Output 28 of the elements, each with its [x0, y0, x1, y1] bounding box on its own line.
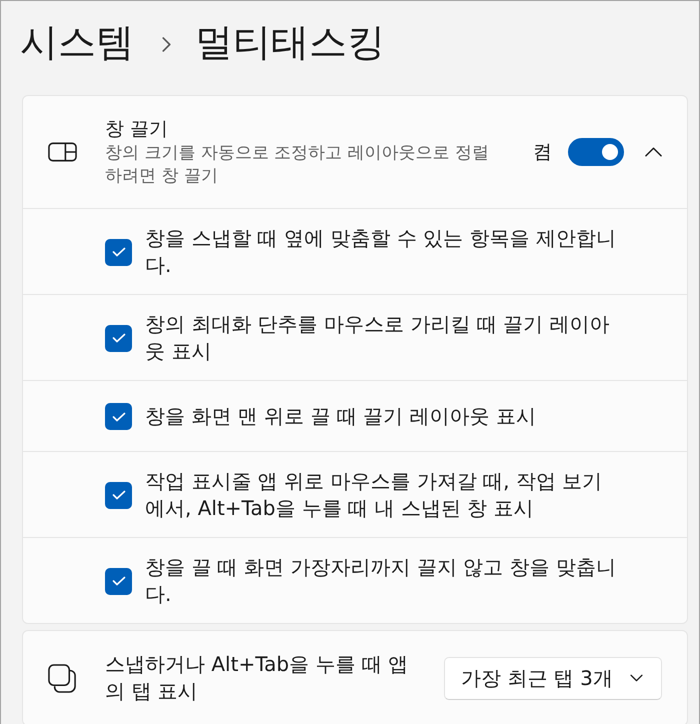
- checkmark-icon: [112, 412, 126, 422]
- chevron-right-icon: [162, 36, 171, 52]
- tabs-count-dropdown[interactable]: 가장 최근 탭 3개: [444, 656, 662, 700]
- checkmark-icon: [112, 333, 126, 343]
- checkbox[interactable]: [105, 238, 132, 266]
- setting-description: 창의 크기를 자동으로 조정하고 레이아웃으로 정렬하려면 창 끌기: [105, 142, 490, 188]
- checkbox[interactable]: [105, 403, 132, 430]
- checkmark-icon: [112, 490, 126, 500]
- checkmark-icon: [112, 576, 126, 586]
- option-label: 창의 최대화 단추를 마우스로 가리킬 때 끌기 레이아웃 표시: [145, 311, 611, 365]
- option-label: 작업 표시줄 앱 위로 마우스를 가져갈 때, 작업 보기에서, Alt+Tab을 누를 때 내 스냅된 창 표시: [145, 468, 604, 522]
- chevron-icon[interactable]: [645, 147, 662, 157]
- checkbox[interactable]: [105, 324, 132, 352]
- page-title: 멀티태스킹: [195, 19, 385, 66]
- option-label: 창을 스냅할 때 옆에 맞춤할 수 있는 항목을 제안합니다.: [145, 225, 617, 279]
- stacked-windows-icon: [48, 664, 77, 692]
- checkbox[interactable]: [105, 568, 132, 594]
- toggle-state-label: 켬: [533, 140, 552, 165]
- checkbox[interactable]: [105, 482, 132, 508]
- breadcrumb-link[interactable]: 시스템: [20, 15, 134, 69]
- toggle-switch[interactable]: [568, 138, 624, 166]
- chevron-down-icon: [630, 674, 643, 682]
- option-label: 창을 화면 맨 위로 끌 때 끌기 레이아웃 표시: [145, 403, 536, 430]
- setting-label: 스냅하거나 Alt+Tab을 누를 때 앱의 탭 표시: [105, 651, 410, 705]
- checkmark-icon: [112, 247, 126, 257]
- setting-title: 창 끌기: [105, 116, 168, 142]
- window-layout-icon: [48, 142, 77, 162]
- option-label: 창을 끌 때 화면 가장자리까지 끌지 않고 창을 맞춥니다.: [145, 554, 617, 608]
